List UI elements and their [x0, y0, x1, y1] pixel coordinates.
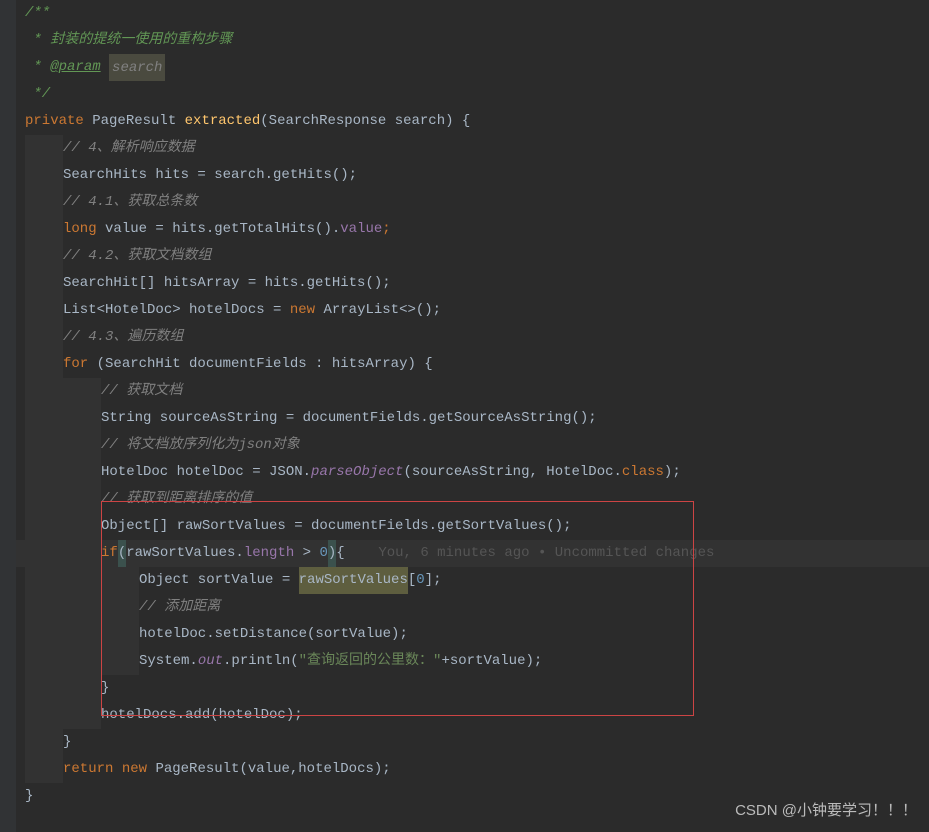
string-literal: "查询返回的公里数：" — [299, 648, 442, 675]
field-value: value — [340, 216, 382, 243]
doc-param: search — [109, 54, 165, 81]
keyword-class: class — [622, 459, 664, 486]
git-blame-annotation: You, 6 minutes ago • Uncommitted changes — [378, 540, 714, 567]
static-field: out — [198, 648, 223, 675]
code-line[interactable]: String sourceAsString = documentFields.g… — [0, 405, 929, 432]
comment: // 4、解析响应数据 — [63, 135, 195, 162]
keyword-new: new — [122, 756, 147, 783]
watermark: CSDN @小钟要学习！！！ — [735, 797, 917, 824]
code-statement: SearchHit[] hitsArray = hits.getHits(); — [63, 270, 391, 297]
code-line[interactable]: List<HotelDoc> hotelDocs = new ArrayList… — [0, 297, 929, 324]
keyword-for: for — [63, 351, 88, 378]
code-line[interactable]: long value = hits.getTotalHits().value; — [0, 216, 929, 243]
code-line[interactable]: // 将文档放序列化为json对象 — [0, 432, 929, 459]
paren-match: ( — [118, 540, 126, 567]
code-line[interactable]: SearchHits hits = search.getHits(); — [0, 162, 929, 189]
code-line[interactable]: SearchHit[] hitsArray = hits.getHits(); — [0, 270, 929, 297]
code-statement: SearchHits hits = search.getHits(); — [63, 162, 357, 189]
comment: // 将文档放序列化为json对象 — [101, 432, 300, 459]
code-line[interactable]: for (SearchHit documentFields : hitsArra… — [0, 351, 929, 378]
paren-match: ) — [328, 540, 336, 567]
field-length: length — [244, 540, 294, 567]
param-name: search — [395, 108, 445, 135]
code-line[interactable]: hotelDocs.add(hotelDoc); — [0, 702, 929, 729]
doc-comment: * 封装的提统一使用的重构步骤 — [25, 27, 232, 54]
code-line[interactable]: return new PageResult(value,hotelDocs); — [0, 756, 929, 783]
code-line-active[interactable]: if(rawSortValues.length > 0){ You, 6 min… — [0, 540, 929, 567]
code-line[interactable]: // 获取到距离排序的值 — [0, 486, 929, 513]
doc-tag: @param — [50, 54, 100, 81]
param-type: SearchResponse — [269, 108, 387, 135]
code-line[interactable]: // 添加距离 — [0, 594, 929, 621]
comment: // 4.3、遍历数组 — [63, 324, 183, 351]
gutter — [0, 0, 16, 832]
keyword-new: new — [290, 297, 315, 324]
method-name: extracted — [185, 108, 261, 135]
code-line[interactable]: private PageResult extracted(SearchRespo… — [0, 108, 929, 135]
keyword-if: if — [101, 540, 118, 567]
code-line[interactable]: } — [0, 729, 929, 756]
highlighted-identifier: rawSortValues — [299, 567, 408, 594]
number-literal: 0 — [319, 540, 327, 567]
code-line[interactable]: // 获取文档 — [0, 378, 929, 405]
code-line[interactable]: // 4、解析响应数据 — [0, 135, 929, 162]
return-type: PageResult — [92, 108, 176, 135]
code-line[interactable]: } — [0, 675, 929, 702]
keyword-private: private — [25, 108, 84, 135]
comment: // 4.2、获取文档数组 — [63, 243, 211, 270]
code-line[interactable]: HotelDoc hotelDoc = JSON.parseObject(sou… — [0, 459, 929, 486]
code-line[interactable]: */ — [0, 81, 929, 108]
code-line[interactable]: // 4.1、获取总条数 — [0, 189, 929, 216]
number-literal: 0 — [416, 567, 424, 594]
doc-comment-open: /** — [25, 0, 50, 27]
doc-comment-close: */ — [25, 81, 50, 108]
code-line[interactable]: Object sortValue = rawSortValues[0]; — [0, 567, 929, 594]
code-editor[interactable]: /** * 封装的提统一使用的重构步骤 * @param search */ p… — [0, 0, 929, 810]
code-line[interactable]: /** — [0, 0, 929, 27]
code-line[interactable]: * 封装的提统一使用的重构步骤 — [0, 27, 929, 54]
keyword-return: return — [63, 756, 113, 783]
code-line[interactable]: // 4.2、获取文档数组 — [0, 243, 929, 270]
comment: // 获取到距离排序的值 — [101, 486, 252, 513]
code-line[interactable]: * @param search — [0, 54, 929, 81]
code-line[interactable]: hotelDoc.setDistance(sortValue); — [0, 621, 929, 648]
code-line[interactable]: // 4.3、遍历数组 — [0, 324, 929, 351]
code-line[interactable]: System.out.println("查询返回的公里数："+sortValue… — [0, 648, 929, 675]
doc-comment: * — [25, 54, 50, 81]
static-method: parseObject — [311, 459, 403, 486]
comment: // 4.1、获取总条数 — [63, 189, 197, 216]
comment: // 添加距离 — [139, 594, 220, 621]
keyword-long: long — [63, 216, 97, 243]
comment: // 获取文档 — [101, 378, 182, 405]
code-line[interactable]: Object[] rawSortValues = documentFields.… — [0, 513, 929, 540]
